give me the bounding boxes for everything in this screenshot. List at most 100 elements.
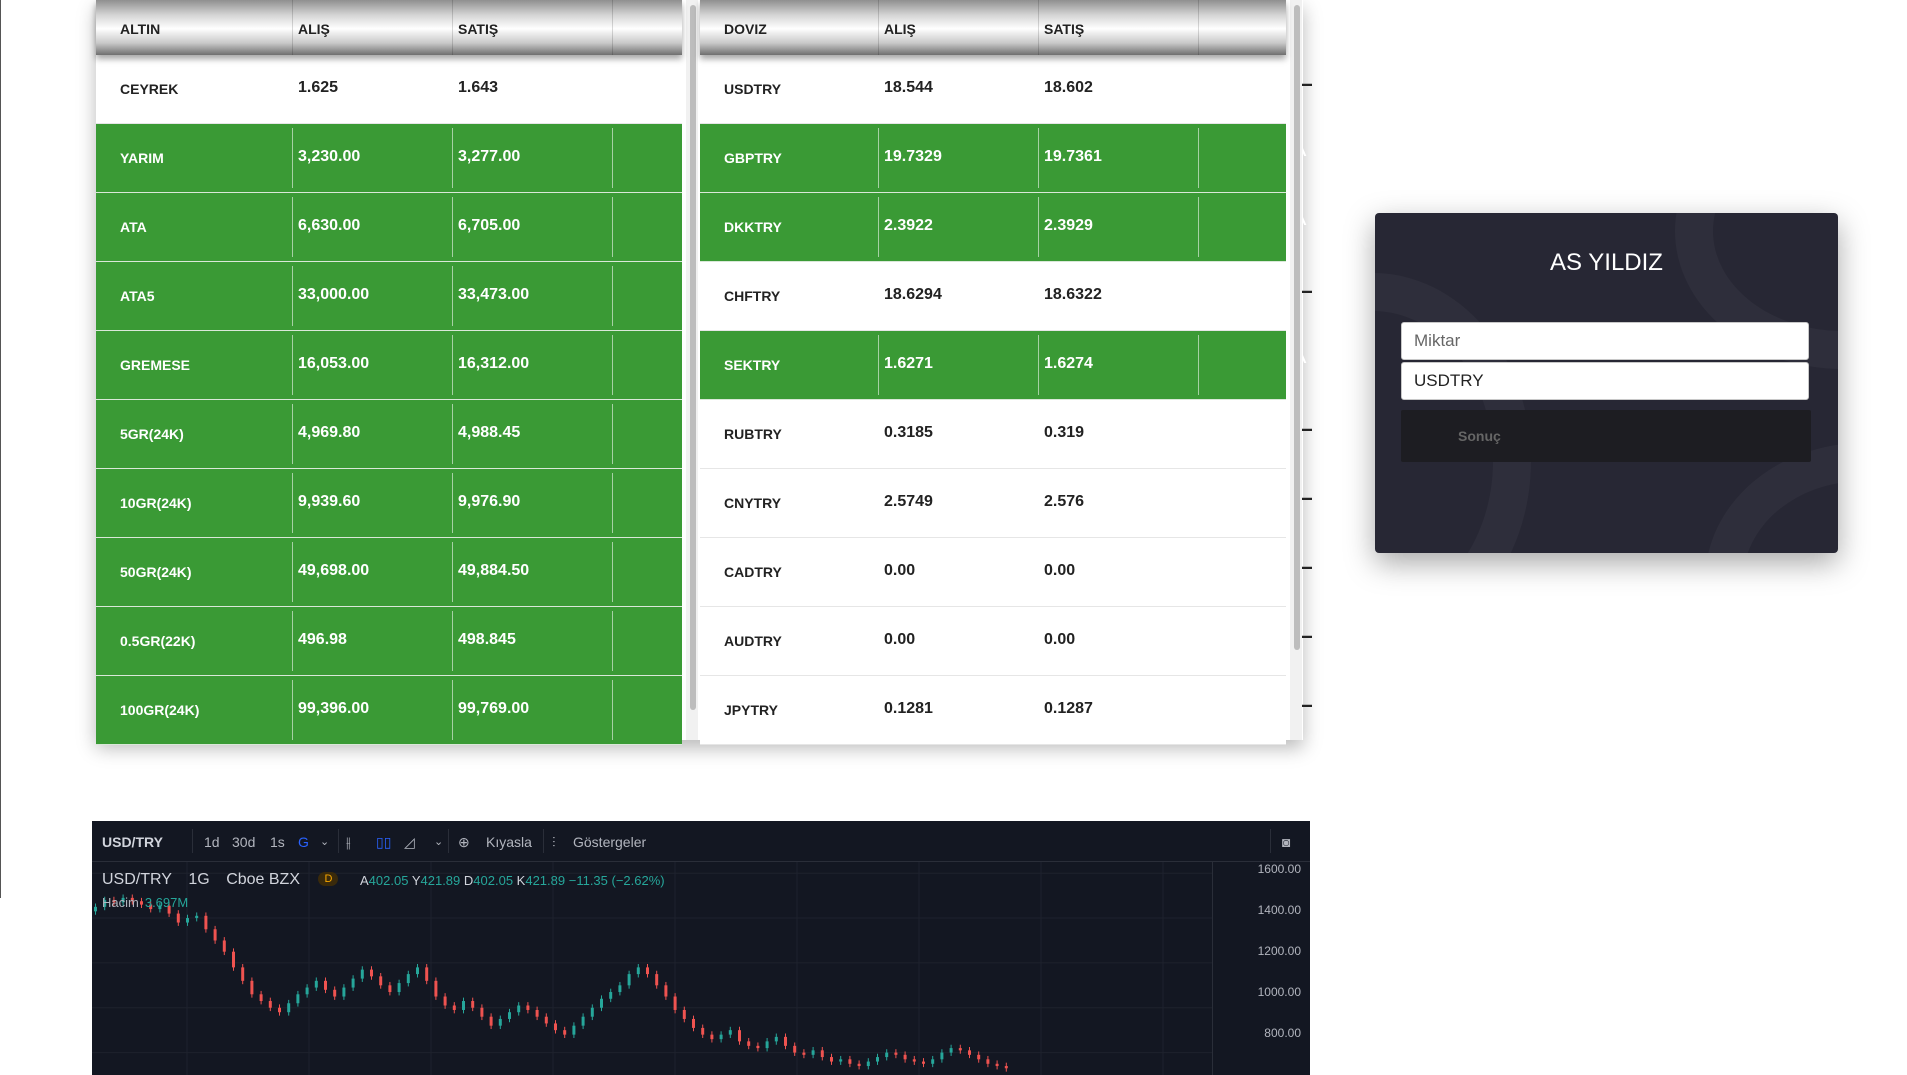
candle-body [213,929,217,941]
gold-scroll-thumb[interactable] [690,5,696,710]
interval-1s[interactable]: 1s [270,834,285,850]
compare-button[interactable]: Kıyasla [486,834,532,850]
price-scale[interactable]: 1600.00 1400.00 1200.00 1000.00 800.00 [1212,862,1310,1075]
candle-body [434,980,438,997]
table-row: GREMESE16,053.0016,312.00^ [96,331,718,400]
rate-sell: 49,884.50 [458,562,530,579]
tradingview-chart: USD/TRY 1d 30d 1s G ⌄ ⫲ ▯▯ ◿ ⌄ ⊕ Kıyasla… [92,821,1310,1075]
candle-body [416,967,419,975]
ohlc-values: A402.05 Y421.89 D402.05 K421.89 −11.35 (… [360,873,665,888]
fx-scrollbar[interactable] [1290,0,1302,740]
area-style-icon[interactable]: ◿ [404,834,415,851]
candle-body [793,1045,797,1053]
table-row: RUBTRY0.31850.319— [700,400,1312,469]
rate-buy: 2.5749 [884,493,933,510]
candle-body [425,967,429,981]
table-row: ATA533,000.0033,473.00^ [96,262,718,331]
candle-body [839,1059,843,1062]
rate-buy: 9,939.60 [298,493,361,510]
candle-body [747,1041,751,1046]
indicators-button[interactable]: Göstergeler [573,834,646,850]
rate-name: 0.5GR(22K) [120,633,196,649]
rate-name: CHFTRY [724,288,781,304]
result-button[interactable]: Sonuç [1401,410,1811,462]
candle-body [866,1061,870,1067]
rate-buy: 18.6294 [884,286,942,303]
rate-sell: 1.6274 [1044,355,1093,372]
candle-body [646,967,649,975]
rate-sell: 0.1287 [1044,700,1093,717]
style-chevron-down-icon[interactable]: ⌄ [434,835,443,848]
candle-body [701,1027,705,1035]
fx-table: DOVIZ ALIŞ SATIŞ USDTRY18.54418.602—GBPT… [700,0,1312,745]
compare-plus-icon[interactable]: ⊕ [458,834,470,851]
candle-body [296,994,300,1004]
rate-sell: 4,988.45 [458,424,521,441]
rate-buy: 33,000.00 [298,286,370,303]
rate-sell: 0.00 [1044,631,1076,648]
volume-legend: Hacim 3.697M [102,895,188,910]
rate-buy: 18.544 [884,79,933,96]
change-value: −11.35 (−2.62%) [568,873,665,888]
candle-body [314,980,318,988]
gold-header-sell: SATIŞ [458,21,499,37]
interval-chevron-down-icon[interactable]: ⌄ [320,835,329,848]
candle-body [830,1057,833,1062]
gold-header-name: ALTIN [120,21,161,37]
candle-body [922,1061,925,1064]
candle-body [186,918,189,923]
low-value: 402.05 [473,873,514,888]
candle-body [931,1059,935,1064]
toolbar-symbol[interactable]: USD/TRY [102,834,163,850]
candle-body [379,976,383,986]
candle-body [774,1036,778,1042]
candle-body [600,998,603,1008]
table-row: 50GR(24K)49,698.0049,884.50^ [96,538,718,607]
currency-select[interactable]: USDTRY [1401,362,1809,400]
candle-style-icon[interactable]: ▯▯ [376,834,391,851]
candle-body [342,987,346,997]
legend-exchange: Cboe BZX [226,871,300,888]
rates-panel: ALTIN ALIŞ SATIŞ CEYREK1.6251.643—YARIM3… [96,0,1312,745]
rate-sell: 0.00 [1044,562,1076,579]
candle-body [351,978,355,988]
candle-body [912,1059,916,1062]
amount-input[interactable]: Miktar [1401,322,1809,360]
candle-body [232,951,235,968]
bar-style-icon[interactable]: ⫲ [346,834,351,851]
candle-body [811,1050,815,1055]
rate-name: ATA [120,219,147,235]
candle-body [204,915,208,930]
rate-buy: 3,230.00 [298,148,361,165]
indicators-icon[interactable]: ⫶ [552,834,556,851]
candle-body [664,985,668,997]
rate-name: CEYREK [120,81,179,97]
candle-body [268,1001,272,1008]
interval-30d[interactable]: 30d [232,834,255,850]
candle-body [857,1063,861,1067]
candle-body [719,1034,723,1040]
price-tick: 1000.00 [1257,985,1301,999]
rate-buy: 99,396.00 [298,700,370,717]
candle-body [305,987,309,995]
candle-body [692,1018,695,1028]
rate-sell: 99,769.00 [458,700,530,717]
candle-body [443,996,447,1006]
rate-name: 50GR(24K) [120,564,192,580]
price-plot[interactable] [92,862,1212,1075]
camera-icon[interactable]: ◙ [1282,834,1290,850]
candle-body [360,969,364,979]
gold-scrollbar[interactable] [686,0,698,740]
rate-sell: 3,277.00 [458,148,521,165]
candle-body [710,1034,714,1040]
candle-body [508,1012,511,1019]
fx-scroll-thumb[interactable] [1294,5,1300,650]
interval-active[interactable]: G [298,834,309,850]
gold-header-buy: ALIŞ [298,21,330,37]
rate-buy: 0.1281 [884,700,933,717]
table-row: AUDTRY0.000.00— [700,607,1312,676]
candle-body [176,913,180,923]
interval-1d[interactable]: 1d [204,834,220,850]
chart-toolbar: USD/TRY 1d 30d 1s G ⌄ ⫲ ▯▯ ◿ ⌄ ⊕ Kıyasla… [92,821,1310,862]
candle-body [756,1045,760,1049]
